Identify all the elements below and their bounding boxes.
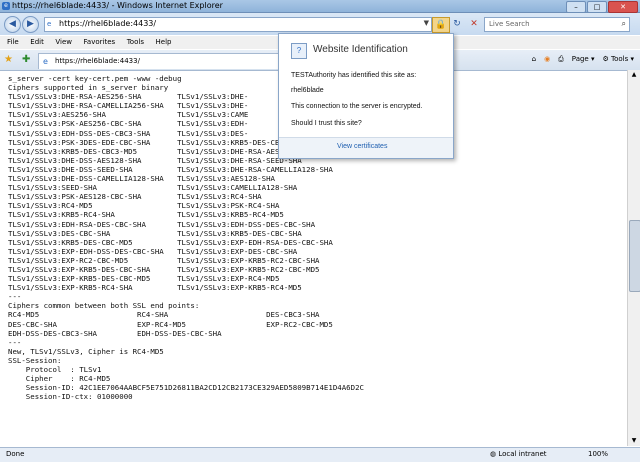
- scroll-thumb[interactable]: [629, 220, 640, 292]
- popup-site-name: rhel6blade: [291, 87, 324, 94]
- content-line: ---: [8, 337, 22, 347]
- content-line: SSL-Session:: [8, 355, 62, 365]
- security-zone[interactable]: ◍ Local intranet: [490, 450, 547, 458]
- content-line: EDH-DSS-DES-CBC3-SHA EDH-DSS-DES-CBC-SHA: [8, 328, 222, 338]
- content-line: TLSv1/SSLv3:EXP-KRB5-RC4-SHA TLSv1/SSLv3…: [8, 283, 302, 293]
- content-line: ---: [8, 292, 22, 302]
- maximize-button[interactable]: □: [587, 1, 607, 13]
- print-icon[interactable]: ⎙: [558, 55, 564, 64]
- chevron-down-icon[interactable]: ▼: [424, 19, 429, 27]
- content-line: TLSv1/SSLv3:SEED-SHA TLSv1/SSLv3:CAMELLI…: [8, 183, 298, 193]
- popup-title: Website Identification: [313, 44, 408, 55]
- command-bar: ⌂ ◉ ⎙ Page ▾ ⚙ Tools ▾: [532, 55, 634, 64]
- tab-label: https://rhel6blade:4433/: [55, 57, 140, 65]
- menu-file[interactable]: File: [7, 36, 19, 49]
- feeds-icon[interactable]: ◉: [544, 55, 550, 64]
- content-line: TLSv1/SSLv3:EDH-RSA-DES-CBC-SHA TLSv1/SS…: [8, 219, 316, 229]
- popup-encryption-text: This connection to the server is encrypt…: [291, 103, 423, 110]
- window-controls: – □ ✕: [566, 1, 638, 13]
- ie-app-icon: e: [2, 2, 10, 10]
- popup-footer: View certificates: [279, 137, 453, 158]
- popup-trust-question[interactable]: Should I trust this site?: [291, 120, 362, 127]
- content-line: TLSv1/SSLv3:DHE-DSS-SEED-SHA TLSv1/SSLv3…: [8, 164, 333, 174]
- content-line: New, TLSv1/SSLv3, Cipher is RC4-MD5: [8, 346, 164, 356]
- content-line: Protocol : TLSv1: [8, 365, 102, 374]
- gear-icon: ⚙: [602, 55, 609, 63]
- content-line: TLSv1/SSLv3:EXP-KRB5-DES-CBC-SHA TLSv1/S…: [8, 264, 320, 274]
- close-button[interactable]: ✕: [608, 1, 638, 13]
- popup-authority-text: TESTAuthority has identified this site a…: [291, 72, 417, 79]
- window-title: https://rhel6blade:4433/ - Windows Inter…: [12, 1, 223, 10]
- content-line: TLSv1/SSLv3:RC4-MD5 TLSv1/SSLv3:PSK-RC4-…: [8, 201, 280, 211]
- content-line: Session-ID: 42C1EE7064AABCF5E751D26811BA…: [8, 383, 364, 393]
- status-text: Done: [6, 450, 25, 458]
- search-box[interactable]: Live Search ⌕: [484, 17, 630, 32]
- identity-icon: ?: [291, 43, 307, 59]
- search-input[interactable]: Live Search: [489, 20, 530, 28]
- page-icon: e: [43, 57, 48, 66]
- page-icon: e: [47, 20, 52, 28]
- scroll-up-icon[interactable]: ▲: [629, 70, 639, 80]
- status-bar: Done ◍ Local intranet 100%: [0, 447, 640, 462]
- content-line: TLSv1/SSLv3:DHE-DSS-CAMELLIA128-SHA TLSv…: [8, 174, 275, 184]
- menu-help[interactable]: Help: [156, 36, 172, 49]
- vertical-scrollbar[interactable]: ▲ ▼: [627, 70, 640, 446]
- menu-edit[interactable]: Edit: [30, 36, 44, 49]
- page-menu-label: Page: [571, 55, 589, 63]
- page-menu[interactable]: Page ▾: [572, 55, 595, 64]
- content-line: TLSv1/SSLv3:KRB5-DES-CBC-MD5 TLSv1/SSLv3…: [8, 237, 333, 247]
- content-line: TLSv1/SSLv3:EXP-RC2-CBC-MD5 TLSv1/SSLv3:…: [8, 255, 320, 265]
- address-url[interactable]: https://rhel6blade:4433/: [59, 19, 156, 28]
- refresh-icon[interactable]: ↻: [450, 17, 464, 31]
- search-icon[interactable]: ⌕: [622, 19, 626, 29]
- tools-menu[interactable]: ⚙ Tools ▾: [602, 55, 634, 64]
- content-line: TLSv1/SSLv3:EXP-EDH-DSS-DES-CBC-SHA TLSv…: [8, 246, 298, 256]
- tab-current[interactable]: e https://rhel6blade:4433/: [38, 53, 280, 69]
- stop-icon[interactable]: ✕: [467, 17, 481, 31]
- website-identification-popup: ? Website Identification TESTAuthority h…: [278, 33, 454, 159]
- content-line: TLSv1/SSLv3:EXP-KRB5-DES-CBC-MD5 TLSv1/S…: [8, 274, 280, 284]
- zone-label: Local intranet: [498, 450, 547, 458]
- content-line: TLSv1/SSLv3:PSK-AES128-CBC-SHA TLSv1/SSL…: [8, 192, 262, 202]
- content-line: TLSv1/SSLv3:KRB5-RC4-SHA TLSv1/SSLv3:KRB…: [8, 210, 284, 220]
- globe-icon: ◍: [490, 450, 497, 458]
- view-certificates-link[interactable]: View certificates: [337, 143, 387, 150]
- navigation-bar: ◀ ▶ e https://rhel6blade:4433/ ▼ 🔒 ↻ ✕ L…: [0, 13, 640, 35]
- menu-tools[interactable]: Tools: [127, 36, 144, 49]
- content-line: Cipher : RC4-MD5: [8, 374, 111, 384]
- minimize-button[interactable]: –: [566, 1, 586, 13]
- add-favorite-icon[interactable]: ✚: [22, 54, 30, 65]
- favorites-star-icon[interactable]: ★: [4, 54, 13, 65]
- menu-view[interactable]: View: [55, 36, 72, 49]
- lock-icon[interactable]: 🔒: [432, 17, 450, 33]
- home-icon[interactable]: ⌂: [532, 55, 536, 64]
- content-line: Session-ID-ctx: 01000000: [8, 392, 133, 402]
- menu-favorites[interactable]: Favorites: [84, 36, 116, 49]
- content-line: RC4-MD5 RC4-SHA DES-CBC3-SHA: [8, 310, 320, 320]
- nav-icons: ↻ ✕: [450, 17, 481, 31]
- title-bar: e https://rhel6blade:4433/ - Windows Int…: [0, 0, 640, 13]
- content-line: TLSv1/SSLv3:DES-CBC-SHA TLSv1/SSLv3:KRB5…: [8, 228, 302, 238]
- content-line: Ciphers common between both SSL end poin…: [8, 301, 200, 311]
- content-line: DES-CBC-SHA EXP-RC4-MD5 EXP-RC2-CBC-MD5: [8, 319, 333, 329]
- back-button[interactable]: ◀: [4, 16, 21, 33]
- forward-button[interactable]: ▶: [22, 16, 39, 33]
- tools-menu-label: Tools: [611, 55, 629, 63]
- zoom-level[interactable]: 100%: [588, 450, 608, 458]
- scroll-down-icon[interactable]: ▼: [629, 436, 639, 446]
- address-bar[interactable]: e https://rhel6blade:4433/ ▼: [44, 17, 432, 32]
